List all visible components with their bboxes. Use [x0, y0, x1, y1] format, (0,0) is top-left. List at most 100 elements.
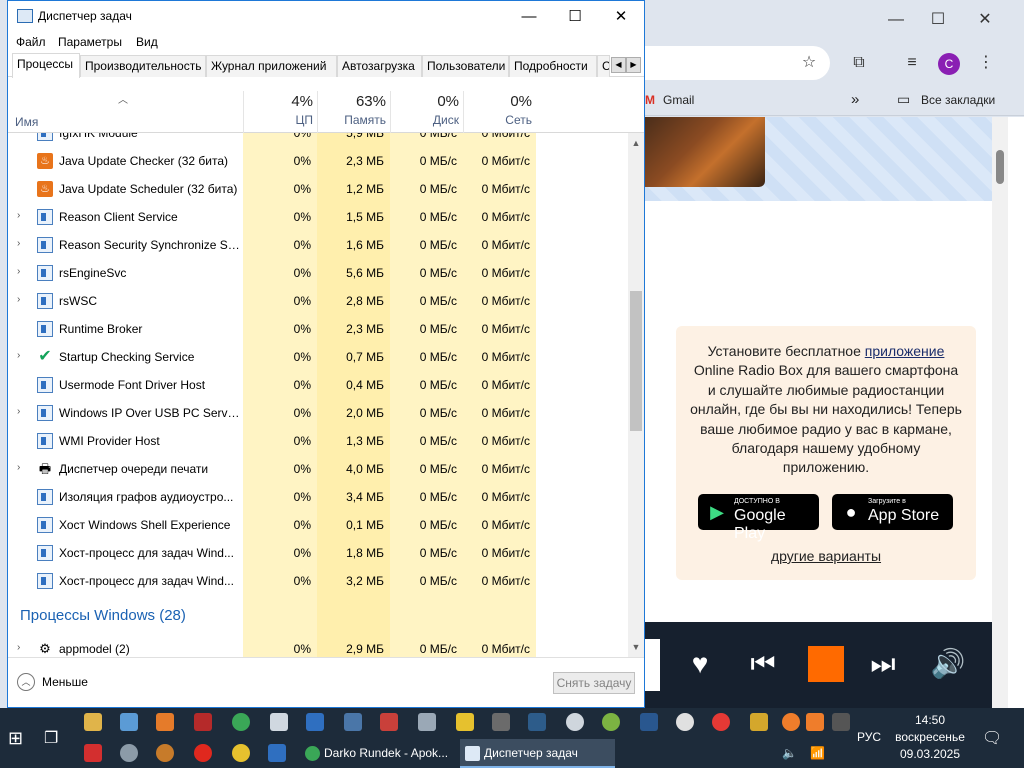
calculator-icon[interactable]	[270, 713, 288, 731]
close-button[interactable]: ✕	[598, 1, 644, 32]
scroll-thumb[interactable]	[630, 291, 642, 431]
previous-icon[interactable]: ⏮	[745, 646, 781, 682]
process-row[interactable]: Изоляция графов аудиоустро... 0% 3,4 МБ 0 М…	[8, 483, 628, 511]
process-row[interactable]: WMI Provider Host 0% 1,3 МБ 0 МБ/с 0 Мбит/с	[8, 427, 628, 455]
search-app-icon[interactable]	[782, 713, 800, 731]
app-icon-paw[interactable]	[156, 744, 174, 762]
tab-details[interactable]: Подробности	[509, 55, 597, 77]
chevron-up-icon[interactable]: ︿	[17, 673, 35, 691]
tab-performance[interactable]: Производительность	[80, 55, 206, 77]
column-cpu[interactable]: 4% ЦП	[243, 91, 317, 133]
column-name[interactable]: Имя	[15, 115, 38, 129]
extensions-icon[interactable]: ⧉	[848, 52, 870, 74]
task-browser[interactable]: Darko Rundek - Apok...	[300, 739, 455, 768]
expand-chevron-icon[interactable]: ›	[17, 238, 20, 249]
browser-maximize-button[interactable]: ☐	[923, 8, 953, 32]
process-row[interactable]: Usermode Font Driver Host 0% 0,4 МБ 0 МБ/с 0…	[8, 371, 628, 399]
browser-minimize-button[interactable]: —	[881, 8, 911, 32]
bookmark-star-icon[interactable]: ☆	[798, 52, 820, 74]
tab-scroll-left-icon[interactable]: ◀	[611, 57, 626, 73]
menu-options[interactable]: Параметры	[58, 35, 122, 49]
process-row[interactable]: › Windows IP Over USB PC Servic... 0% 2,0 М…	[8, 399, 628, 427]
notepad-icon[interactable]	[418, 713, 436, 731]
app-icon-grid[interactable]	[380, 713, 398, 731]
app-icon-small[interactable]	[832, 713, 850, 731]
address-bar[interactable]: ☆	[645, 46, 830, 80]
volume-icon[interactable]: 🔊	[930, 646, 966, 682]
bookmarks-overflow-button[interactable]: »	[851, 91, 859, 108]
scroll-up-icon[interactable]: ▲	[628, 135, 644, 151]
app-icon-gray[interactable]	[492, 713, 510, 731]
opera-icon[interactable]	[194, 744, 212, 762]
stop-button[interactable]	[808, 646, 844, 682]
vk-icon[interactable]	[344, 713, 362, 731]
volume-tray-icon[interactable]: 🔈	[782, 746, 797, 760]
task-view-icon[interactable]: ❐	[44, 728, 58, 748]
browser-scroll-thumb[interactable]	[996, 150, 1004, 184]
windows-start-icon[interactable]: ⊞	[8, 728, 23, 749]
process-row[interactable]: › ⚙ appmodel (2) 0% 2,9 МБ 0 МБ/с 0 Мбит/с	[8, 635, 628, 657]
process-row[interactable]: › 🖶 Диспетчер очереди печати 0% 4,0 МБ 0 МБ/с…	[8, 455, 628, 483]
expand-chevron-icon[interactable]: ›	[17, 642, 20, 653]
app-icon-m[interactable]	[750, 713, 768, 731]
app-icon-gear[interactable]	[120, 744, 138, 762]
end-task-button[interactable]: Снять задачу	[553, 672, 635, 694]
process-row[interactable]: › rsEngineSvc 0% 5,6 МБ 0 МБ/с 0 Мбит/с	[8, 259, 628, 287]
column-disk[interactable]: 0% Диск	[390, 91, 463, 133]
app-icon-blue-2[interactable]	[268, 744, 286, 762]
media-control-icon[interactable]: ≡	[901, 52, 923, 74]
browser-menu-icon[interactable]: ⋮	[975, 52, 997, 74]
column-memory[interactable]: 63% Память	[317, 91, 390, 133]
app-icon-blue[interactable]	[528, 713, 546, 731]
menu-view[interactable]: Вид	[136, 35, 158, 49]
explorer-icon[interactable]	[84, 713, 102, 731]
process-row[interactable]: IgfxHK Module 0% 5,9 МБ 0 МБ/с 0 Мбит/с	[8, 133, 628, 147]
all-bookmarks-button[interactable]: Все закладки	[921, 93, 995, 107]
process-row[interactable]: ♨ Java Update Scheduler (32 бита) 0% 1,2 МБ…	[8, 175, 628, 203]
process-row[interactable]: ♨ Java Update Checker (32 бита) 0% 2,3 МБ 0 …	[8, 147, 628, 175]
app-icon-circle[interactable]	[566, 713, 584, 731]
heart-icon[interactable]: ♥	[682, 646, 718, 682]
bookmark-gmail[interactable]: Gmail	[663, 93, 694, 107]
expand-chevron-icon[interactable]: ›	[17, 350, 20, 361]
expand-chevron-icon[interactable]: ›	[17, 294, 20, 305]
process-row[interactable]: › Reason Client Service 0% 1,5 МБ 0 МБ/с 0 Мб…	[8, 203, 628, 231]
browser-scrollbar[interactable]	[992, 117, 1008, 708]
maximize-button[interactable]: ☐	[552, 1, 598, 32]
app-icon-white[interactable]	[676, 713, 694, 731]
menu-file[interactable]: Файл	[16, 35, 46, 49]
app-icon-dark-blue[interactable]	[640, 713, 658, 731]
app-icon-yellow[interactable]	[232, 744, 250, 762]
database-icon[interactable]	[456, 713, 474, 731]
google-play-button[interactable]: ▶ ДОСТУПНО В Google Play	[698, 494, 819, 542]
app-icon-red[interactable]	[194, 713, 212, 731]
tab-app-history[interactable]: Журнал приложений	[206, 55, 337, 77]
computer-icon[interactable]	[120, 713, 138, 731]
process-row[interactable]: › rsWSC 0% 2,8 МБ 0 МБ/с 0 Мбит/с	[8, 287, 628, 315]
process-row[interactable]: Хост-процесс для задач Wind... 0% 1,8 МБ 0 …	[8, 539, 628, 567]
app-link[interactable]: приложение	[865, 343, 945, 359]
clock[interactable]: 14:50 воскресенье 09.03.2025	[886, 712, 974, 763]
task-task-manager[interactable]: Диспетчер задач	[460, 739, 615, 768]
tab-users[interactable]: Пользователи	[422, 55, 509, 77]
tab-processes[interactable]: Процессы	[12, 53, 80, 78]
app-icon-green[interactable]	[602, 713, 620, 731]
process-row[interactable]: › Reason Security Synchronize Se... 0% 1,6 …	[8, 231, 628, 259]
expand-chevron-icon[interactable]: ›	[17, 210, 20, 221]
process-row[interactable]: Runtime Broker 0% 2,3 МБ 0 МБ/с 0 Мбит/с	[8, 315, 628, 343]
next-icon[interactable]: ⏭	[865, 646, 901, 682]
expand-chevron-icon[interactable]: ›	[17, 406, 20, 417]
process-list-scrollbar[interactable]: ▲ ▼	[628, 133, 644, 657]
app-store-button[interactable]: ● Загрузите в App Store	[832, 494, 953, 530]
chrome-icon[interactable]	[232, 713, 250, 731]
column-network[interactable]: 0% Сеть	[463, 91, 536, 133]
tab-startup[interactable]: Автозагрузка	[337, 55, 422, 77]
tab-scroll-right-icon[interactable]: ▶	[626, 57, 641, 73]
expand-chevron-icon[interactable]: ›	[17, 266, 20, 277]
process-row[interactable]: Хост Windows Shell Experience 0% 0,1 МБ 0 М…	[8, 511, 628, 539]
expand-chevron-icon[interactable]: ›	[17, 462, 20, 473]
profile-avatar[interactable]: C	[938, 53, 960, 75]
app-icon-orange[interactable]	[156, 713, 174, 731]
network-tray-icon[interactable]: 📶	[810, 746, 825, 760]
process-row[interactable]: › ✔ Startup Checking Service 0% 0,7 МБ 0 МБ/с…	[8, 343, 628, 371]
